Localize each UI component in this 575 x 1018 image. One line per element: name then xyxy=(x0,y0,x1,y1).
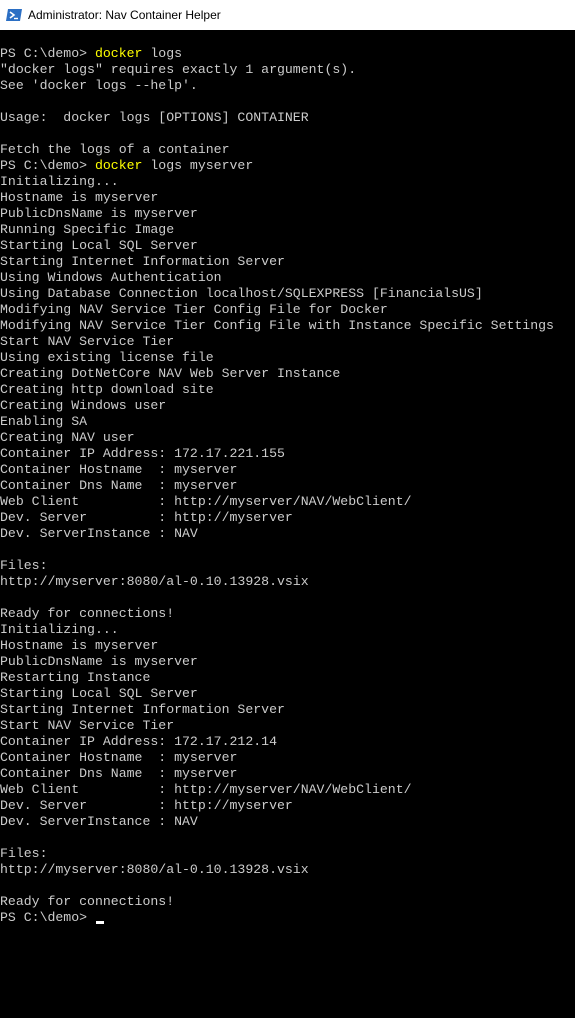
window-title: Administrator: Nav Container Helper xyxy=(28,8,221,22)
output-line: Web Client : http://myserver/NAV/WebClie… xyxy=(0,494,412,509)
output-line: Starting Local SQL Server xyxy=(0,238,198,253)
console-output[interactable]: PS C:\demo> docker logs "docker logs" req… xyxy=(0,46,575,1018)
title-bar[interactable]: Administrator: Nav Container Helper xyxy=(0,0,575,30)
output-line: Start NAV Service Tier xyxy=(0,718,175,733)
output-line: Container Hostname : myserver xyxy=(0,750,238,765)
output-line: Initializing... xyxy=(0,622,119,637)
output-line: Container IP Address: 172.17.221.155 xyxy=(0,446,285,461)
output-line: Ready for connections! xyxy=(0,606,175,621)
output-line: PublicDnsName is myserver xyxy=(0,206,198,221)
output-line: Using Windows Authentication xyxy=(0,270,222,285)
output-line: Initializing... xyxy=(0,174,119,189)
output-line: Container Dns Name : myserver xyxy=(0,478,238,493)
output-line: Container IP Address: 172.17.212.14 xyxy=(0,734,277,749)
output-line: Running Specific Image xyxy=(0,222,175,237)
prompt-text: PS C:\demo> xyxy=(0,158,95,173)
output-line: Container Hostname : myserver xyxy=(0,462,238,477)
output-line: http://myserver:8080/al-0.10.13928.vsix xyxy=(0,862,309,877)
output-line: See 'docker logs --help'. xyxy=(0,78,198,93)
output-line: Creating http download site xyxy=(0,382,214,397)
output-line: Starting Internet Information Server xyxy=(0,254,285,269)
output-line: PublicDnsName is myserver xyxy=(0,654,198,669)
output-line: Files: xyxy=(0,846,48,861)
output-line: Modifying NAV Service Tier Config File w… xyxy=(0,318,554,333)
output-line: Creating DotNetCore NAV Web Server Insta… xyxy=(0,366,341,381)
prompt-line: PS C:\demo> xyxy=(0,910,575,926)
output-line: Dev. Server : http://myserver xyxy=(0,510,293,525)
output-line: Creating NAV user xyxy=(0,430,135,445)
output-line: Dev. ServerInstance : NAV xyxy=(0,814,198,829)
output-line: Modifying NAV Service Tier Config File f… xyxy=(0,302,388,317)
command-name: docker xyxy=(94,46,143,61)
output-line: "docker logs" requires exactly 1 argumen… xyxy=(0,62,357,77)
output-line: Files: xyxy=(0,558,48,573)
powershell-window[interactable]: Administrator: Nav Container Helper PS C… xyxy=(0,0,575,1018)
output-line: Using Database Connection localhost/SQLE… xyxy=(0,286,483,301)
output-line: Dev. ServerInstance : NAV xyxy=(0,526,198,541)
output-line: Hostname is myserver xyxy=(0,190,159,205)
output-line: Starting Internet Information Server xyxy=(0,702,285,717)
powershell-icon xyxy=(6,7,22,23)
output-line: Restarting Instance xyxy=(0,670,151,685)
prompt-line: PS C:\demo> docker logs xyxy=(0,46,575,62)
prompt-line: PS C:\demo> docker logs myserver xyxy=(0,158,575,174)
output-line: Start NAV Service Tier xyxy=(0,334,175,349)
output-line: Usage: docker logs [OPTIONS] CONTAINER xyxy=(0,110,309,125)
command-name: docker xyxy=(94,158,143,173)
output-line: Hostname is myserver xyxy=(0,638,159,653)
output-line: Enabling SA xyxy=(0,414,88,429)
output-line: Starting Local SQL Server xyxy=(0,686,198,701)
output-line: Ready for connections! xyxy=(0,894,175,909)
text-cursor[interactable] xyxy=(95,921,104,924)
command-args: logs xyxy=(142,46,183,61)
output-line: Using existing license file xyxy=(0,350,214,365)
output-line: Creating Windows user xyxy=(0,398,167,413)
output-line: Dev. Server : http://myserver xyxy=(0,798,293,813)
prompt-text: PS C:\demo> xyxy=(0,910,95,925)
output-line: http://myserver:8080/al-0.10.13928.vsix xyxy=(0,574,309,589)
prompt-text: PS C:\demo> xyxy=(0,46,95,61)
output-line: Container Dns Name : myserver xyxy=(0,766,238,781)
output-line: Web Client : http://myserver/NAV/WebClie… xyxy=(0,782,412,797)
output-line: Fetch the logs of a container xyxy=(0,142,230,157)
command-args: logs myserver xyxy=(142,158,254,173)
